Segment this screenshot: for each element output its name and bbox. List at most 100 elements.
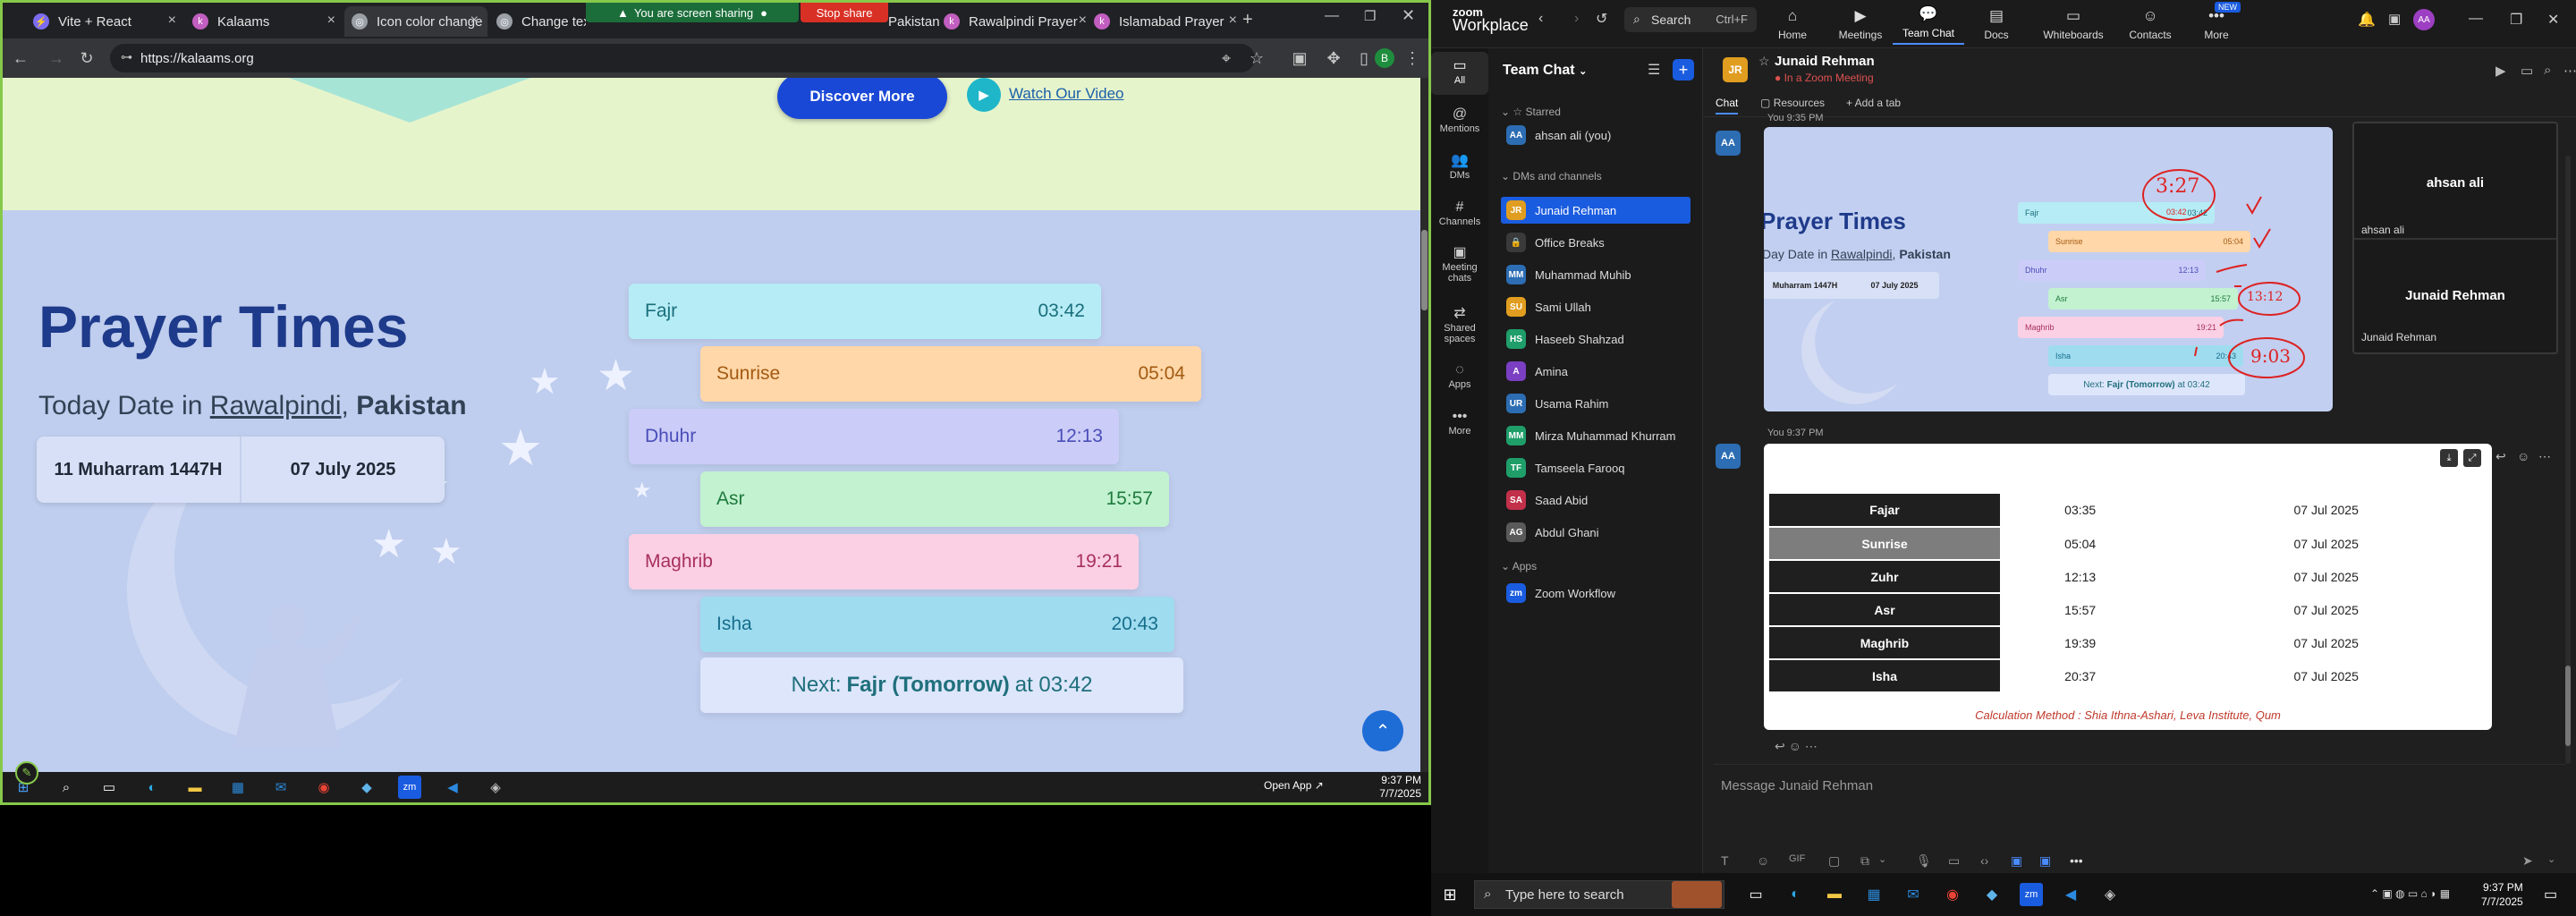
calendar-icon[interactable]: ▣ xyxy=(2388,11,2401,27)
tab-add[interactable]: + Add a tab xyxy=(1846,97,1901,109)
rail-shared-spaces[interactable]: ⇄ Shared spaces xyxy=(1431,299,1488,354)
zoom-icon[interactable]: zm xyxy=(2020,883,2043,906)
puzzle-icon[interactable]: ✥ xyxy=(1323,47,1344,69)
emoji-icon[interactable]: ☺ xyxy=(2517,449,2529,463)
rail-more[interactable]: ••• More xyxy=(1431,401,1488,447)
filter-icon[interactable]: ☰ xyxy=(1648,61,1660,79)
tab-close-icon[interactable]: × xyxy=(1079,13,1087,29)
app-icon[interactable]: ◈ xyxy=(484,776,507,799)
scrollbar-thumb[interactable] xyxy=(2565,666,2571,746)
meeting-video-thumbnail[interactable]: ahsan ali ahsan ali Junaid Rehman Junaid… xyxy=(2352,122,2558,354)
forward-icon[interactable]: › xyxy=(1574,11,1579,27)
contact-avatar[interactable]: JR xyxy=(1723,57,1748,82)
more-icon[interactable]: ⋯ xyxy=(2538,449,2551,464)
back-icon[interactable]: ← xyxy=(10,47,31,69)
send-icon[interactable]: ➤ xyxy=(2522,853,2533,869)
more-icon[interactable]: ⋯ xyxy=(2563,63,2576,79)
site-info-icon[interactable]: ⊶ xyxy=(121,50,132,64)
chat-item-contact[interactable]: TF Tamseela Farooq xyxy=(1501,454,1690,481)
notification-icon[interactable]: ▭ xyxy=(2544,886,2557,903)
search-icon[interactable]: ⌕ xyxy=(2544,63,2551,78)
task-view-icon[interactable]: ▭ xyxy=(1744,883,1767,906)
chat-scrollbar[interactable] xyxy=(2565,156,2571,764)
store-icon[interactable]: ▦ xyxy=(226,776,250,799)
mic-icon[interactable]: 🎙 xyxy=(1916,853,1932,869)
tray-icons[interactable]: ⌃ ▣ ◍ ▭ ⌂ ◗ ▦ xyxy=(2370,887,2450,900)
chrome-icon[interactable]: ◉ xyxy=(312,776,335,799)
sender-avatar[interactable]: AA xyxy=(1716,444,1741,469)
tab-close-icon[interactable]: × xyxy=(168,13,176,29)
video-icon[interactable]: ▭ xyxy=(1948,853,1960,869)
chat-item-contact[interactable]: AG Abdul Ghani xyxy=(1501,519,1690,546)
chat-contact-name[interactable]: Junaid Rehman xyxy=(1775,54,1875,69)
back-icon[interactable]: ‹ xyxy=(1538,11,1543,27)
url-input[interactable]: ⊶ https://kalaams.org xyxy=(110,44,1255,72)
expand-icon[interactable]: ⤢ xyxy=(2463,449,2481,467)
app-icon[interactable]: ◆ xyxy=(355,776,378,799)
bell-icon[interactable]: 🔔 xyxy=(2358,11,2376,29)
chat-item-self[interactable]: AA ahsan ali (you) xyxy=(1501,122,1690,148)
section-dms-channels[interactable]: ⌄ DMs and channels xyxy=(1501,170,1602,182)
sidebar-icon[interactable]: ▯ xyxy=(1353,47,1375,69)
taskbar-search-input[interactable]: ⌕ Type here to search xyxy=(1474,880,1724,909)
app-icon[interactable]: ◆ xyxy=(1980,883,2004,906)
gif-icon[interactable]: GIF xyxy=(1789,853,1805,864)
chat-item-contact[interactable]: A Amina xyxy=(1501,358,1690,385)
tab-close-icon[interactable]: × xyxy=(1229,13,1237,29)
scroll-to-top-button[interactable]: ⌃ xyxy=(1362,710,1403,751)
file-explorer-icon[interactable]: ▬ xyxy=(183,776,207,799)
app-icon[interactable]: ▣ xyxy=(2039,853,2051,869)
sender-avatar[interactable]: AA xyxy=(1716,131,1741,156)
forward-icon[interactable]: → xyxy=(46,47,67,69)
screenshot-icon[interactable]: ⧉ xyxy=(1860,853,1869,869)
video-call-icon[interactable]: ▶ xyxy=(2496,63,2506,79)
chat-item-contact[interactable]: MM Muhammad Muhib xyxy=(1501,261,1690,288)
store-icon[interactable]: ▦ xyxy=(1862,883,1885,906)
emoji-icon[interactable]: ☺ xyxy=(1757,853,1769,868)
extension-icon[interactable]: ▣ xyxy=(1289,47,1310,69)
maximize-icon[interactable]: ❐ xyxy=(2510,11,2522,29)
chat-item-contact[interactable]: 🔒 Office Breaks xyxy=(1501,229,1690,256)
close-window-icon[interactable]: ✕ xyxy=(2547,11,2559,29)
chrome-icon[interactable]: ◉ xyxy=(1941,883,1964,906)
rail-channels[interactable]: # Channels xyxy=(1431,191,1488,238)
zoom-icon[interactable]: zm xyxy=(398,776,421,799)
tab-close-icon[interactable]: × xyxy=(327,13,335,29)
tab-close-icon[interactable]: × xyxy=(470,13,479,29)
rail-meeting-chats[interactable]: ▣ Meeting chats xyxy=(1431,238,1488,293)
play-icon[interactable]: ▶ xyxy=(967,78,1001,112)
city-link[interactable]: Rawalpindi xyxy=(210,391,342,420)
stop-share-button[interactable]: Stop share xyxy=(801,3,888,22)
page-scrollbar[interactable] xyxy=(1420,78,1428,772)
section-apps[interactable]: ⌄ Apps xyxy=(1501,560,1537,572)
file-icon[interactable]: ▢ xyxy=(1828,853,1840,869)
workflow-icon[interactable]: ▣ xyxy=(2011,853,2022,869)
browser-tab[interactable]: k Islamabad Prayer × xyxy=(1094,6,1246,37)
prayer-table-attachment[interactable]: ⤓ ⤢ Fajar 03:35 07 Jul 2025 Sunrise 05:04 07 … xyxy=(1764,444,2492,730)
chat-item-contact[interactable]: MM Mirza Muhammad Khurram xyxy=(1501,422,1690,449)
browser-tab[interactable]: ◎ Icon color change × xyxy=(344,6,487,37)
app-icon[interactable]: ◈ xyxy=(2098,883,2122,906)
minimize-icon[interactable]: — xyxy=(1325,8,1339,24)
section-starred[interactable]: ⌄ ☆ Starred xyxy=(1501,106,1561,118)
chat-item-contact[interactable]: UR Usama Rahim xyxy=(1501,390,1690,417)
emoji-icon[interactable]: ☺ xyxy=(1789,739,1801,753)
reload-icon[interactable]: ↻ xyxy=(76,47,97,69)
edge-icon[interactable]: ◐ xyxy=(140,776,164,799)
watch-video-link[interactable]: Watch Our Video xyxy=(1009,85,1124,103)
rail-mentions[interactable]: @ Mentions xyxy=(1431,98,1488,145)
annotate-pen-icon[interactable]: ✎ xyxy=(15,761,38,785)
nav-home[interactable]: ⌂ Home xyxy=(1757,4,1828,45)
file-explorer-icon[interactable]: ▬ xyxy=(1823,883,1846,906)
code-icon[interactable]: ‹› xyxy=(1980,853,1988,868)
nav-meetings[interactable]: ▶ Meetings xyxy=(1825,4,1896,45)
reply-icon[interactable]: ↩ xyxy=(1775,739,1785,753)
chat-list-title[interactable]: Team Chat ⌄ xyxy=(1503,63,1587,79)
chat-item-contact[interactable]: HS Haseeb Shahzad xyxy=(1501,326,1690,352)
reply-icon[interactable]: ↩ xyxy=(2496,449,2506,464)
profile-avatar[interactable]: B xyxy=(1375,48,1394,68)
screenshot-attachment[interactable]: Prayer Times Day Date in Rawalpindi, Pak… xyxy=(1764,127,2333,411)
windows-start-icon[interactable]: ⊞ xyxy=(1438,883,1462,906)
new-tab-icon[interactable]: + xyxy=(1242,10,1253,30)
rail-dms[interactable]: 👥 DMs xyxy=(1431,145,1488,191)
